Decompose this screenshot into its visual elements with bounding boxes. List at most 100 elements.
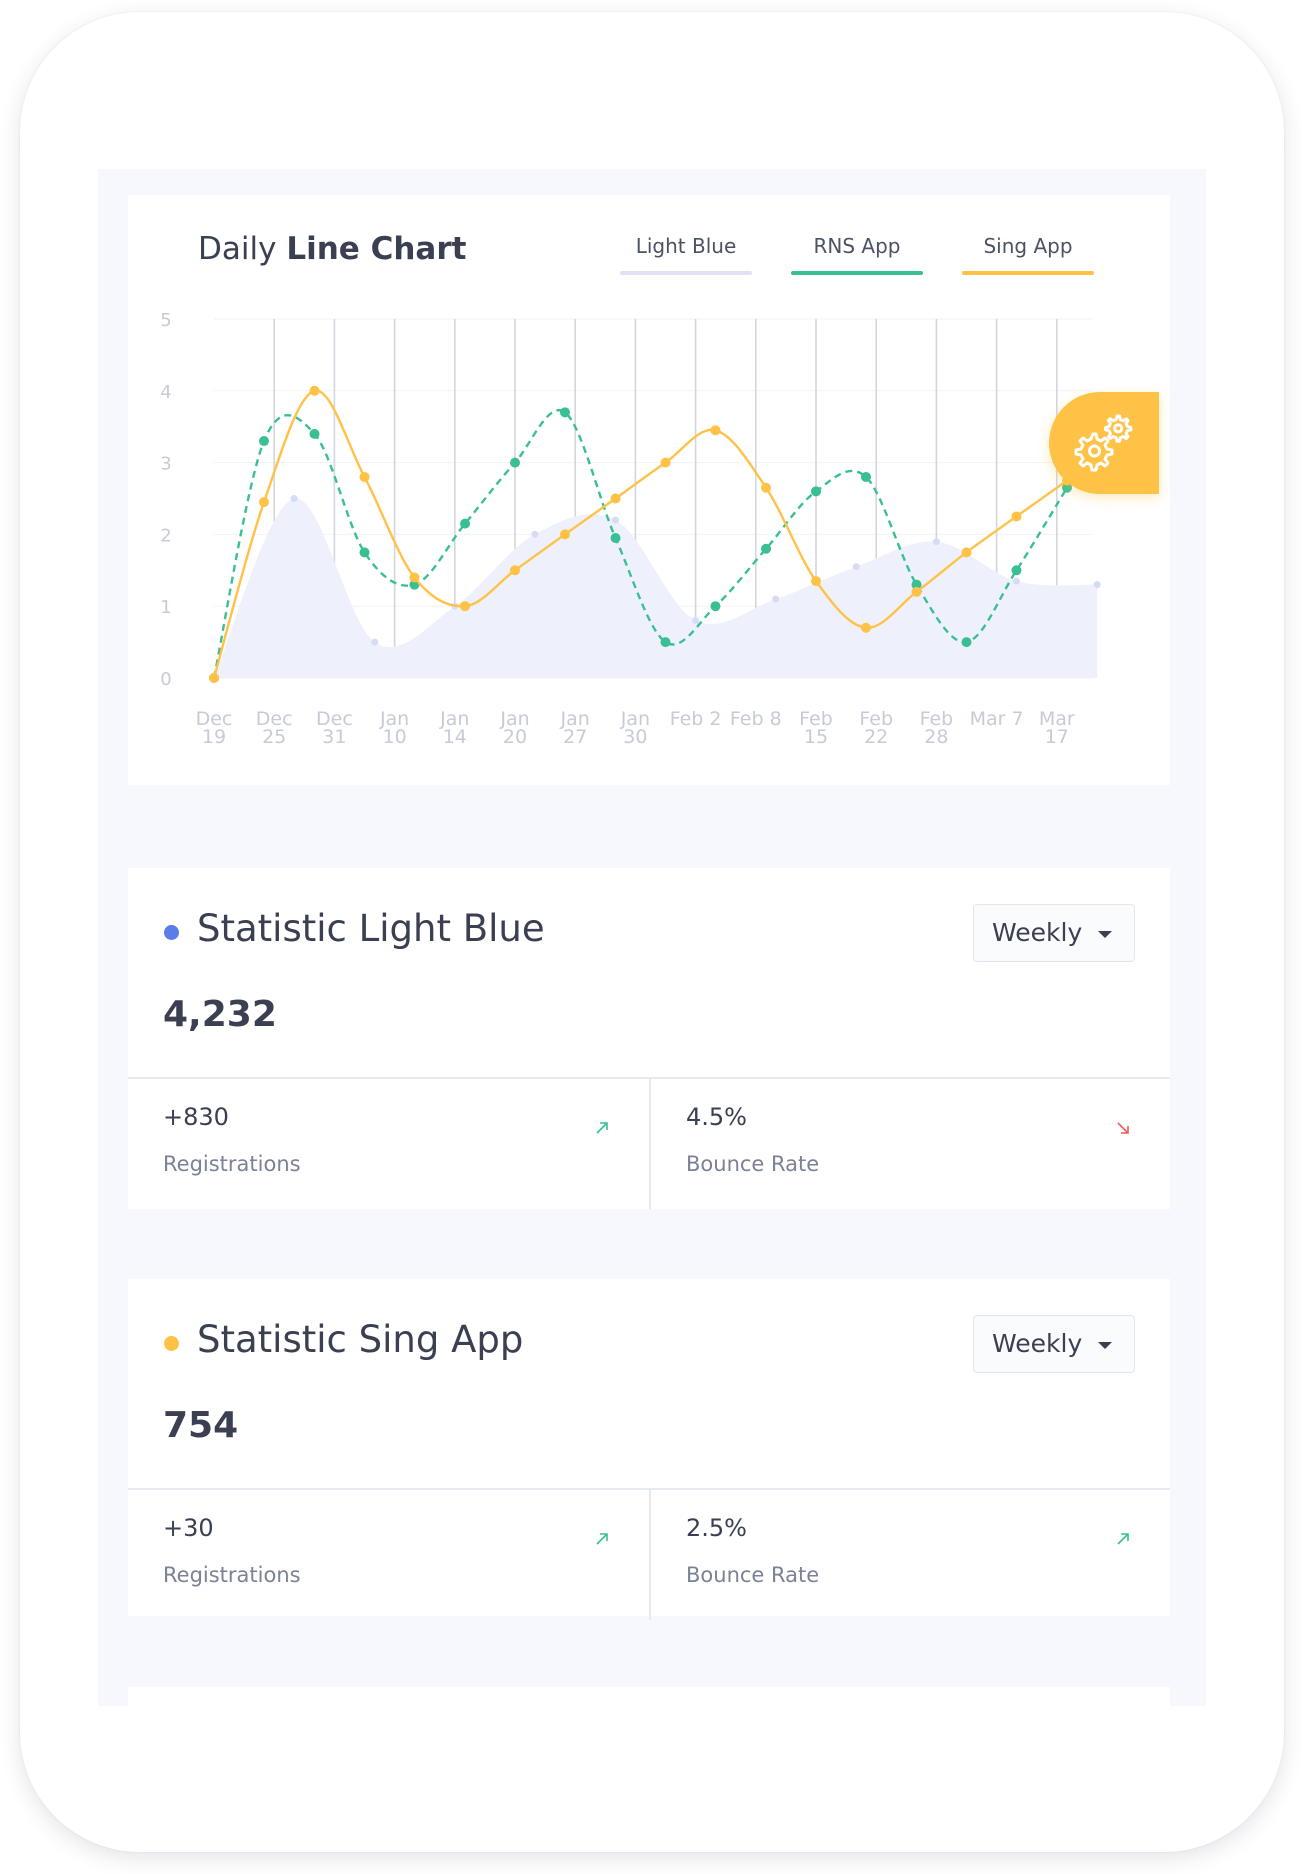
statistic-value: 754 xyxy=(163,1405,239,1446)
y-tick-label: 0 xyxy=(160,669,171,690)
metric-bounce-rate: 4.5% Bounce Rate xyxy=(649,1079,1170,1209)
x-tick-label: 14 xyxy=(443,726,467,748)
next-card-partial xyxy=(128,1687,1170,1706)
metric-label: Bounce Rate xyxy=(686,1563,820,1587)
y-tick-label: 2 xyxy=(160,525,171,546)
metric-label: Registrations xyxy=(163,1152,301,1176)
x-tick-label: 25 xyxy=(262,726,286,748)
x-tick-label: 19 xyxy=(202,726,226,748)
statistic-metrics-row: +830 Registrations 4.5% Bounce Rate xyxy=(128,1077,1170,1209)
data-point-sing-app xyxy=(460,601,471,612)
data-point-light-blue xyxy=(692,617,700,625)
period-select-value: Weekly xyxy=(992,918,1083,947)
statistic-card-light-blue: Statistic Light Blue Weekly 4,232 +830 R… xyxy=(128,868,1170,1209)
y-tick-label: 1 xyxy=(160,597,171,618)
statistic-title: Statistic Sing App xyxy=(197,1318,524,1361)
arrow-down-right-icon xyxy=(1117,1122,1129,1134)
caret-down-icon xyxy=(1098,1342,1112,1349)
device-frame: Daily Line Chart Light Blue RNS App Sing… xyxy=(20,12,1284,1852)
y-tick-label: 3 xyxy=(160,454,171,475)
data-point-light-blue xyxy=(852,563,860,571)
x-tick-label: Mar 7 xyxy=(970,708,1024,730)
data-point-light-blue xyxy=(290,495,298,502)
arrow-up-right-icon xyxy=(596,1122,608,1134)
settings-button[interactable] xyxy=(1049,392,1159,494)
metric-value: +830 xyxy=(163,1103,229,1131)
statistic-value: 4,232 xyxy=(163,994,277,1035)
metric-value: +30 xyxy=(163,1514,214,1542)
data-point-rns-app xyxy=(359,547,370,558)
data-point-sing-app xyxy=(860,622,871,633)
data-point-light-blue xyxy=(932,538,940,546)
x-tick-label: 10 xyxy=(383,726,407,748)
y-tick-label: 5 xyxy=(160,310,171,331)
series-dot xyxy=(164,925,179,940)
metric-value: 2.5% xyxy=(686,1514,747,1542)
data-point-rns-app xyxy=(1011,565,1022,576)
data-point-sing-app xyxy=(1011,511,1022,522)
data-point-light-blue xyxy=(1012,577,1020,585)
data-point-rns-app xyxy=(460,518,471,529)
x-tick-label: Feb 8 xyxy=(730,708,782,730)
arrow-up-right-icon xyxy=(596,1533,608,1545)
metric-label: Registrations xyxy=(163,1563,301,1587)
data-point-sing-app xyxy=(660,457,671,468)
x-tick-label: 30 xyxy=(623,726,647,748)
period-select-value: Weekly xyxy=(992,1329,1083,1358)
period-select[interactable]: Weekly xyxy=(973,904,1135,962)
metric-value: 4.5% xyxy=(686,1103,747,1131)
data-point-sing-app xyxy=(761,482,772,493)
y-tick-label: 4 xyxy=(160,382,171,403)
data-point-sing-app xyxy=(811,576,821,587)
daily-line-chart-card: Daily Line Chart Light Blue RNS App Sing… xyxy=(128,195,1170,785)
data-point-sing-app xyxy=(710,425,721,436)
x-tick-label: 28 xyxy=(924,726,948,748)
data-point-sing-app xyxy=(559,529,570,540)
data-point-rns-app xyxy=(258,436,269,447)
data-point-rns-app xyxy=(761,543,772,554)
data-point-sing-app xyxy=(309,385,320,396)
caret-down-icon xyxy=(1098,931,1112,938)
data-point-sing-app xyxy=(409,572,420,583)
data-point-sing-app xyxy=(961,547,972,558)
data-point-sing-app xyxy=(258,497,269,508)
line-chart-plot: 012345Dec19Dec25Dec31Jan10Jan14Jan20Jan2… xyxy=(160,310,1101,748)
x-tick-label: 31 xyxy=(322,726,346,748)
data-point-rns-app xyxy=(710,601,721,612)
data-point-rns-app xyxy=(510,457,520,468)
data-point-rns-app xyxy=(559,407,570,418)
x-tick-label: 20 xyxy=(503,726,527,748)
x-tick-label: Feb 2 xyxy=(670,708,722,730)
data-point-light-blue xyxy=(371,638,379,646)
data-point-sing-app xyxy=(510,565,520,576)
period-select[interactable]: Weekly xyxy=(973,1315,1135,1373)
series-area-light-blue xyxy=(214,498,1098,678)
data-point-sing-app xyxy=(209,673,219,683)
data-point-sing-app xyxy=(359,471,370,482)
metric-registrations: +830 Registrations xyxy=(128,1079,649,1209)
data-point-rns-app xyxy=(961,637,972,648)
series-dot xyxy=(164,1336,179,1351)
data-point-rns-app xyxy=(610,532,621,543)
x-tick-label: 17 xyxy=(1045,726,1069,748)
data-point-light-blue xyxy=(612,516,620,524)
data-point-rns-app xyxy=(660,637,671,648)
app-screen: Daily Line Chart Light Blue RNS App Sing… xyxy=(98,169,1206,1706)
data-point-light-blue xyxy=(772,595,780,603)
x-tick-label: 27 xyxy=(563,726,587,748)
gears-icon xyxy=(1074,414,1133,472)
metric-registrations: +30 Registrations xyxy=(128,1490,649,1620)
statistic-metrics-row: +30 Registrations 2.5% Bounce Rate xyxy=(128,1488,1170,1620)
metric-label: Bounce Rate xyxy=(686,1152,820,1176)
data-point-rns-app xyxy=(309,428,320,439)
data-point-rns-app xyxy=(860,471,871,482)
data-point-sing-app xyxy=(610,493,621,504)
statistic-title: Statistic Light Blue xyxy=(197,907,545,950)
x-tick-label: 15 xyxy=(804,726,828,748)
x-tick-label: 22 xyxy=(864,726,888,748)
data-point-light-blue xyxy=(1093,581,1101,589)
arrow-up-right-icon xyxy=(1117,1533,1129,1545)
data-point-rns-app xyxy=(811,486,821,497)
metric-bounce-rate: 2.5% Bounce Rate xyxy=(649,1490,1170,1620)
data-point-sing-app xyxy=(911,586,922,597)
